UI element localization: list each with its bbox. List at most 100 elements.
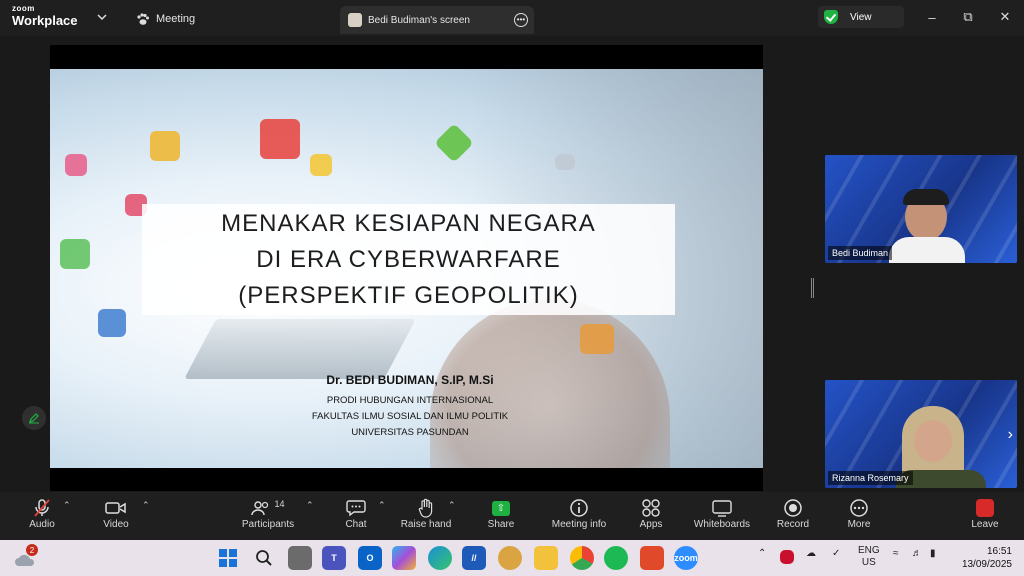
volume-icon[interactable]: ♬ bbox=[912, 548, 922, 559]
share-button[interactable]: ⇧ Share bbox=[486, 497, 516, 537]
close-icon[interactable]: ✕ bbox=[995, 8, 1015, 26]
video-tile[interactable]: Bedi Budiman bbox=[825, 155, 1017, 263]
participant-video bbox=[889, 179, 979, 263]
leave-icon bbox=[976, 499, 994, 517]
annotate-pencil-icon[interactable] bbox=[22, 406, 46, 430]
whiteboards-label: Whiteboards bbox=[693, 519, 751, 530]
video-options-caret[interactable]: ⌃ bbox=[142, 500, 150, 511]
task-view-icon[interactable] bbox=[288, 546, 312, 570]
audio-options-caret[interactable]: ⌃ bbox=[63, 500, 71, 511]
video-tile[interactable]: › Rizanna Rosemary bbox=[825, 380, 1017, 488]
record-label: Record bbox=[776, 519, 810, 530]
slide-title-line-2: DI ERA CYBERWARFARE bbox=[256, 245, 561, 273]
start-icon[interactable] bbox=[216, 546, 240, 570]
tab-shared-screen-label: Bedi Budiman's screen bbox=[368, 14, 470, 26]
participants-options-caret[interactable]: ⌃ bbox=[306, 500, 314, 511]
chevron-down-icon[interactable] bbox=[96, 11, 108, 23]
tray-app-icon[interactable] bbox=[780, 550, 794, 564]
slide-title-line-3: (PERSPEKTIF GEOPOLITIK) bbox=[238, 281, 579, 309]
pdf-icon[interactable] bbox=[640, 546, 664, 570]
chevron-right-icon[interactable]: › bbox=[1008, 426, 1013, 444]
battery-icon[interactable]: ▮ bbox=[930, 548, 936, 559]
app-icon[interactable] bbox=[498, 546, 522, 570]
chevron-up-icon[interactable]: ⌃ bbox=[758, 548, 766, 559]
restore-icon[interactable]: ⧉ bbox=[958, 8, 978, 26]
share-screen-icon: ⇧ bbox=[492, 500, 510, 516]
chat-button[interactable]: Chat bbox=[342, 497, 370, 537]
app-icon bbox=[434, 123, 474, 163]
muted-mic-icon bbox=[34, 499, 50, 517]
meeting-info-button[interactable]: Meeting info bbox=[548, 497, 610, 537]
tab-shared-screen[interactable]: Bedi Budiman's screen ••• bbox=[340, 6, 534, 34]
record-icon bbox=[784, 499, 802, 517]
file-explorer-icon[interactable] bbox=[534, 546, 558, 570]
chrome-icon[interactable] bbox=[570, 546, 594, 570]
teams-icon[interactable]: T bbox=[322, 546, 346, 570]
tray-pen-icon[interactable]: ✓ bbox=[832, 548, 840, 559]
wifi-icon[interactable]: ≈ bbox=[893, 548, 899, 559]
edge-icon[interactable] bbox=[428, 546, 452, 570]
meeting-info-label: Meeting info bbox=[551, 519, 607, 530]
more-button[interactable]: More bbox=[845, 497, 873, 537]
slide-title-line-1: MENAKAR KESIAPAN NEGARA bbox=[221, 209, 596, 237]
participants-icon bbox=[251, 501, 269, 516]
participants-count: 14 bbox=[274, 499, 285, 509]
weather-widget[interactable]: 2 bbox=[14, 544, 38, 568]
title-bar: zoom Workplace Meeting Bedi Budiman's sc… bbox=[0, 0, 1024, 36]
panel-resize-handle[interactable] bbox=[811, 278, 814, 298]
home-icon bbox=[260, 119, 300, 159]
slide-presenter-name: Dr. BEDI BUDIMAN, S.IP, M.Si bbox=[326, 373, 494, 387]
mail-icon bbox=[580, 324, 614, 354]
more-options-icon[interactable]: ••• bbox=[514, 13, 528, 27]
more-icon bbox=[850, 499, 868, 517]
spotify-icon[interactable] bbox=[604, 546, 628, 570]
camera-icon bbox=[98, 309, 126, 337]
copilot-icon[interactable] bbox=[392, 546, 416, 570]
record-button[interactable]: Record bbox=[776, 497, 810, 537]
hand-icon bbox=[418, 498, 433, 518]
more-label: More bbox=[847, 519, 871, 530]
apps-button[interactable]: Apps bbox=[636, 497, 666, 537]
raise-hand-options-caret[interactable]: ⌃ bbox=[448, 500, 456, 511]
participants-button[interactable]: 14 Participants bbox=[240, 497, 296, 537]
laptop-graphic bbox=[184, 319, 416, 379]
zoom-icon[interactable]: zoom bbox=[674, 546, 698, 570]
language-indicator[interactable]: ENG US bbox=[858, 545, 880, 569]
slide-presenter-block: Dr. BEDI BUDIMAN, S.IP, M.Si PRODI HUBUN… bbox=[270, 373, 550, 441]
logo-line-1: zoom bbox=[12, 4, 35, 13]
whiteboard-icon bbox=[712, 500, 732, 517]
slide-affiliation-1: PRODI HUBUNGAN INTERNASIONAL bbox=[326, 395, 494, 406]
participant-name: Bedi Budiman bbox=[828, 246, 893, 260]
minimize-icon[interactable]: – bbox=[922, 8, 942, 26]
view-button[interactable]: View bbox=[818, 6, 904, 28]
language-code: ENG bbox=[858, 545, 880, 556]
shared-screen: MENAKAR KESIAPAN NEGARA DI ERA CYBERWARF… bbox=[50, 45, 763, 491]
chat-options-caret[interactable]: ⌃ bbox=[378, 500, 386, 511]
slide-title-box: MENAKAR KESIAPAN NEGARA DI ERA CYBERWARF… bbox=[142, 204, 675, 315]
meeting-toolbar: Audio ⌃ Video ⌃ 14 Participants ⌃ Chat ⌃… bbox=[0, 492, 1024, 540]
outlook-icon[interactable]: O bbox=[358, 546, 382, 570]
cart-icon bbox=[150, 131, 180, 161]
presentation-slide: MENAKAR KESIAPAN NEGARA DI ERA CYBERWARF… bbox=[50, 69, 763, 468]
clock[interactable]: 16:51 13/09/2025 bbox=[962, 545, 1012, 571]
app-icon[interactable]: // bbox=[462, 546, 486, 570]
presenter-avatar bbox=[348, 13, 362, 27]
slide-affiliation-3: UNIVERSITAS PASUNDAN bbox=[351, 427, 469, 438]
apps-label: Apps bbox=[639, 519, 663, 530]
region-code: US bbox=[861, 557, 876, 568]
video-button[interactable]: Video bbox=[100, 497, 132, 537]
whiteboards-button[interactable]: Whiteboards bbox=[692, 497, 752, 537]
raise-hand-label: Raise hand bbox=[400, 519, 452, 530]
leave-label: Leave bbox=[971, 519, 999, 530]
tab-meeting[interactable]: Meeting bbox=[136, 8, 195, 30]
search-icon[interactable] bbox=[252, 546, 276, 570]
chat-icon bbox=[310, 154, 332, 176]
leave-button[interactable]: Leave bbox=[970, 497, 1000, 537]
info-icon bbox=[570, 499, 588, 517]
share-label: Share bbox=[487, 519, 515, 530]
raise-hand-button[interactable]: Raise hand bbox=[400, 497, 452, 537]
cloud-icon bbox=[555, 154, 575, 170]
onedrive-icon[interactable]: ☁ bbox=[806, 548, 816, 559]
audio-button[interactable]: Audio bbox=[26, 497, 58, 537]
participant-name: Rizanna Rosemary bbox=[828, 471, 913, 485]
